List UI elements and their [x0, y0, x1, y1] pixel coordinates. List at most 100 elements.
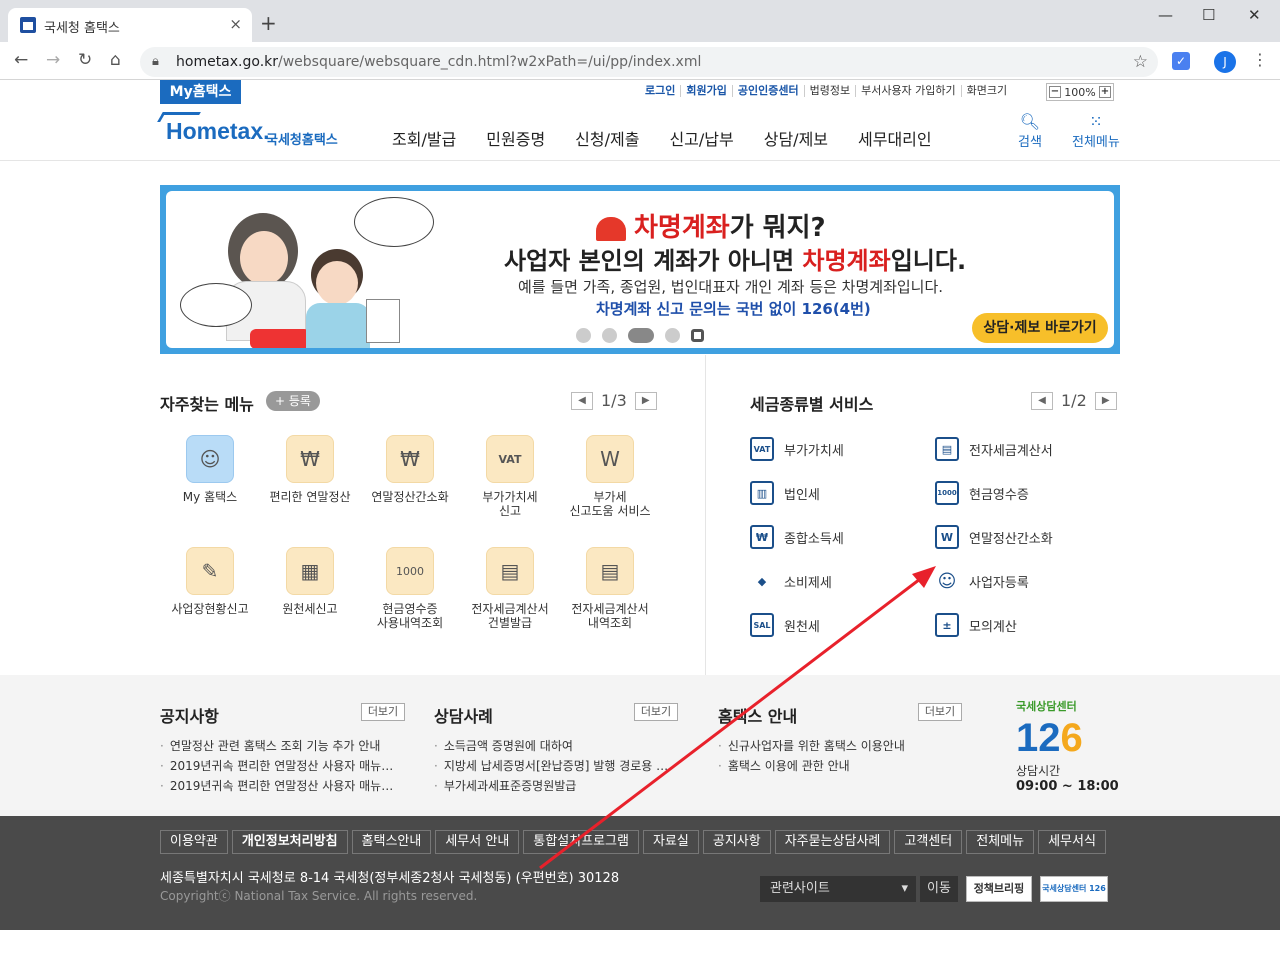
- prev-page-icon[interactable]: ◀: [1031, 391, 1053, 410]
- banner-dot-4[interactable]: [665, 328, 680, 343]
- fav-vat-report[interactable]: VAT 부가가치세 신고: [460, 435, 560, 518]
- tax-einvoice[interactable]: ▤ 전자세금계산서: [935, 437, 1053, 461]
- footer-link-terms[interactable]: 이용약관: [160, 830, 228, 854]
- new-tab-button[interactable]: +: [260, 11, 277, 35]
- fav-vat-help[interactable]: W 부가세 신고도움 서비스: [560, 435, 660, 518]
- notice-more-button[interactable]: 더보기: [361, 703, 405, 721]
- nav-inquiry-issue[interactable]: 조회/발급: [392, 126, 456, 150]
- banner-dot-3[interactable]: [628, 328, 654, 343]
- list-item[interactable]: 홈택스 이용에 관한 안내: [718, 756, 905, 776]
- footer-link-all-menu[interactable]: 전체메뉴: [966, 830, 1035, 854]
- dept-user-signup-link[interactable]: 부서사용자 가입하기: [855, 85, 961, 97]
- tax-cash-receipt[interactable]: 1000 현금영수증: [935, 481, 1029, 505]
- banner-dot-2[interactable]: [602, 328, 617, 343]
- browser-tab[interactable]: 국세청 홈택스 ×: [8, 8, 252, 42]
- fav-easy-year-end[interactable]: ₩ 편리한 연말정산: [260, 435, 360, 504]
- footer-link-library[interactable]: 자료실: [642, 830, 699, 854]
- fav-business-status[interactable]: ✎ 사업장현황신고: [160, 547, 260, 616]
- banner-stop-button[interactable]: [691, 329, 704, 342]
- profile-avatar[interactable]: J: [1214, 51, 1236, 73]
- list-item[interactable]: 소득금액 증명원에 대하여: [434, 736, 668, 756]
- banner-example-text: 예를 들면 가족, 종업원, 법인대표자 개인 계좌 등은 차명계좌입니다.: [518, 278, 944, 296]
- list-item[interactable]: 연말정산 관련 홈택스 조회 기능 추가 안내: [160, 736, 393, 756]
- banner-sub-red: 차명계좌: [802, 247, 891, 275]
- signup-link[interactable]: 회원가입: [680, 85, 731, 97]
- fav-label: 전자세금계산서 건별발급: [471, 602, 549, 630]
- search-button[interactable]: 🔍︎ 검색: [1018, 112, 1042, 150]
- all-menu-button[interactable]: ⁙ 전체메뉴: [1072, 112, 1120, 150]
- consult-center-126[interactable]: 국세상담센터 126 상담시간 09:00 ~ 18:00: [1016, 698, 1120, 794]
- forward-arrow-icon[interactable]: →: [46, 50, 60, 70]
- fav-einvoice-history[interactable]: ▤ 전자세금계산서 내역조회: [560, 547, 660, 630]
- prev-page-icon[interactable]: ◀: [571, 391, 593, 410]
- next-page-icon[interactable]: ▶: [634, 391, 657, 410]
- policy-briefing-badge[interactable]: 정책브리핑: [966, 876, 1032, 902]
- fav-my-hometax[interactable]: ☺ My 홈택스: [160, 435, 260, 504]
- promo-banner[interactable]: 차명계좌가 뭐지? 사업자 본인의 계좌가 아니면 차명계좌입니다. 예를 들면…: [160, 185, 1120, 354]
- nav-apply-submit[interactable]: 신청/제출: [575, 126, 639, 150]
- hometax-logo[interactable]: Hometax. 국세청홈택스: [157, 112, 350, 152]
- tax-corporate[interactable]: ▥ 법인세: [750, 481, 820, 505]
- tax-consumption[interactable]: ◆ 소비제세: [750, 569, 832, 593]
- nav-civil-cert[interactable]: 민원증명: [486, 126, 545, 150]
- tax-simulation[interactable]: ± 모의계산: [935, 613, 1017, 637]
- nav-tax-agent[interactable]: 세무대리인: [858, 126, 932, 150]
- tax-year-end-simplified[interactable]: W 연말정산간소화: [935, 525, 1053, 549]
- back-arrow-icon[interactable]: ←: [14, 50, 28, 70]
- fav-withholding-report[interactable]: ▦ 원천세신고: [260, 547, 360, 616]
- siren-icon: [596, 216, 626, 241]
- reload-icon[interactable]: ↻: [78, 50, 92, 70]
- fav-einvoice-issue[interactable]: ▤ 전자세금계산서 건별발급: [460, 547, 560, 630]
- fav-year-end-simplified[interactable]: ₩ 연말정산간소화: [360, 435, 460, 504]
- footer-link-hometax-guide[interactable]: 홈택스안내: [351, 830, 432, 854]
- tab-close-icon[interactable]: ×: [229, 15, 242, 33]
- bookmark-star-icon[interactable]: ☆: [1133, 52, 1148, 72]
- go-button[interactable]: 이동: [920, 876, 958, 902]
- footer-link-customer[interactable]: 고객센터: [894, 830, 963, 854]
- related-site-select[interactable]: 관련사이트: [760, 876, 916, 902]
- banner-dot-1[interactable]: [576, 328, 591, 343]
- list-item[interactable]: 2019년귀속 편리한 연말정산 사용자 매뉴…: [160, 756, 393, 776]
- home-icon[interactable]: ⌂: [110, 50, 121, 70]
- lock-icon: 🔒︎: [152, 54, 159, 69]
- minimize-button[interactable]: —: [1158, 6, 1173, 24]
- guide-more-button[interactable]: 더보기: [918, 703, 962, 721]
- next-page-icon[interactable]: ▶: [1094, 391, 1117, 410]
- calendar-icon: ▦: [286, 547, 334, 595]
- tax-income[interactable]: ₩ 종합소득세: [750, 525, 844, 549]
- footer-link-faq[interactable]: 자주묻는상담사례: [774, 830, 891, 854]
- browser-menu-icon[interactable]: ⋮: [1252, 50, 1268, 69]
- tax-withholding[interactable]: SAL 원천세: [750, 613, 820, 637]
- register-favorite-button[interactable]: + 등록: [266, 391, 320, 411]
- tax-business-registration[interactable]: ☺ 사업자등록: [935, 569, 1029, 593]
- tax-label: 연말정산간소화: [969, 531, 1053, 547]
- extension-icon[interactable]: ✓: [1172, 52, 1190, 70]
- url-input[interactable]: 🔒︎ hometax.go.kr/websquare/websquare_cdn…: [140, 47, 1158, 77]
- list-item[interactable]: 2019년귀속 편리한 연말정산 사용자 매뉴…: [160, 776, 393, 796]
- screen-size-label: 화면크기: [960, 85, 1012, 97]
- law-info-link[interactable]: 법령정보: [803, 85, 855, 97]
- zoom-in-button[interactable]: +: [1098, 86, 1111, 98]
- footer-link-install[interactable]: 통합설치프로그램: [523, 830, 639, 854]
- login-link[interactable]: 로그인: [640, 85, 680, 97]
- list-item[interactable]: 신규사업자를 위한 홈택스 이용안내: [718, 736, 905, 756]
- footer-link-forms[interactable]: 세무서식: [1038, 830, 1106, 854]
- my-hometax-button[interactable]: My홈택스: [160, 80, 241, 104]
- list-item[interactable]: 부가세과세표준증명원발급: [434, 776, 668, 796]
- footer-link-tax-office[interactable]: 세무서 안내: [435, 830, 520, 854]
- nav-consult-report[interactable]: 상담/제보: [764, 126, 828, 150]
- cases-more-button[interactable]: 더보기: [634, 703, 678, 721]
- consult-report-shortcut-button[interactable]: 상담·제보 바로가기: [972, 313, 1108, 343]
- zoom-out-button[interactable]: −: [1049, 86, 1061, 98]
- fav-cash-receipt-history[interactable]: 1000 현금영수증 사용내역조회: [360, 547, 460, 630]
- receipt-icon: 1000: [386, 547, 434, 595]
- footer-link-privacy[interactable]: 개인정보처리방침: [231, 830, 348, 854]
- window-close-button[interactable]: ✕: [1248, 6, 1261, 24]
- nav-report-pay[interactable]: 신고/납부: [669, 126, 733, 150]
- maximize-button[interactable]: ☐: [1202, 6, 1215, 24]
- center-126-badge[interactable]: 국세상담센터 126: [1040, 876, 1108, 902]
- footer-link-notice[interactable]: 공지사항: [702, 830, 771, 854]
- tax-vat[interactable]: VAT 부가가치세: [750, 437, 844, 461]
- cert-center-link[interactable]: 공인인증센터: [731, 85, 804, 97]
- list-item[interactable]: 지방세 납세증명서[완납증명] 발행 경로용 …: [434, 756, 668, 776]
